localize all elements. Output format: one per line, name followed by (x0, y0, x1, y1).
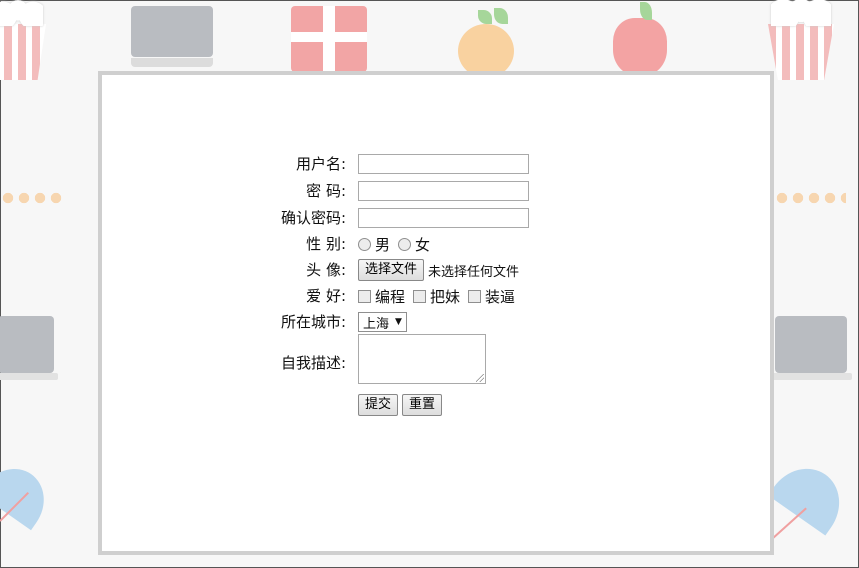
radio-female[interactable] (398, 237, 412, 251)
checkbox-programming[interactable] (358, 289, 371, 303)
description-label: 自我描述: (280, 354, 346, 372)
submit-button[interactable]: 提交 (358, 394, 399, 416)
hobby-option-showoff[interactable]: 装逼 (468, 286, 515, 307)
avatar-label: 头 像: (306, 261, 346, 279)
hobbies-row: 爱 好: 编程 把妹 装逼 (102, 284, 770, 308)
eggs-icon (0, 190, 66, 216)
password-input[interactable] (358, 181, 529, 201)
username-row: 用户名: (102, 152, 770, 176)
city-select[interactable]: 上海 ▼ (358, 312, 407, 332)
laptop-icon (770, 316, 852, 386)
password-label: 密 码: (306, 182, 346, 200)
gift-icon (291, 6, 367, 72)
actions-row: 提交 重置 (102, 393, 770, 417)
resize-grip-icon[interactable] (476, 374, 484, 382)
city-row: 所在城市: 上海 ▼ (102, 310, 770, 334)
monitor-icon (131, 6, 213, 72)
laptop-icon (0, 316, 58, 386)
avatar-row: 头 像: 选择文件 未选择任何文件 (102, 258, 770, 282)
confirm-password-input[interactable] (358, 208, 529, 228)
checkbox-showoff[interactable] (468, 289, 482, 303)
reset-button[interactable]: 重置 (402, 394, 443, 416)
leaf-icon (494, 8, 508, 24)
dropdown-arrow-icon: ▼ (395, 317, 402, 327)
eggs-icon (774, 190, 846, 216)
password-row: 密 码: (102, 179, 770, 203)
popcorn-icon (768, 0, 834, 80)
gender-female-label: 女 (415, 235, 431, 254)
leaf-icon (478, 10, 492, 24)
form-panel: 用户名: 密 码: 确认密码: 性 别: 男 女 头 像: 选择文件 未选择任何… (98, 71, 774, 555)
gender-label: 性 别: (306, 235, 346, 253)
confirm-password-label: 确认密码: (280, 209, 346, 227)
username-input[interactable] (358, 154, 529, 174)
gender-option-female[interactable]: 女 (398, 234, 430, 255)
city-selected-value: 上海 (363, 316, 390, 332)
hobby-option-programming[interactable]: 编程 (358, 286, 405, 307)
hobby-programming-label: 编程 (375, 287, 406, 306)
gender-male-label: 男 (375, 235, 391, 254)
apple-icon (613, 18, 667, 76)
hobby-option-dating[interactable]: 把妹 (413, 286, 460, 307)
confirm-password-row: 确认密码: (102, 206, 770, 230)
hobbies-label: 爱 好: (306, 287, 346, 305)
username-label: 用户名: (295, 155, 346, 173)
choose-file-button[interactable]: 选择文件 (358, 259, 425, 281)
gender-row: 性 别: 男 女 (102, 232, 770, 256)
radio-male[interactable] (358, 237, 371, 251)
hobby-showoff-label: 装逼 (485, 287, 516, 306)
popcorn-icon (0, 0, 46, 80)
orange-icon (458, 24, 514, 78)
hobby-dating-label: 把妹 (430, 287, 461, 306)
file-status: 未选择任何文件 (428, 264, 520, 280)
city-label: 所在城市: (280, 313, 346, 331)
description-textarea[interactable] (358, 334, 486, 384)
leaf-icon (640, 2, 652, 20)
checkbox-dating[interactable] (413, 289, 427, 303)
gender-option-male[interactable]: 男 (358, 234, 390, 255)
